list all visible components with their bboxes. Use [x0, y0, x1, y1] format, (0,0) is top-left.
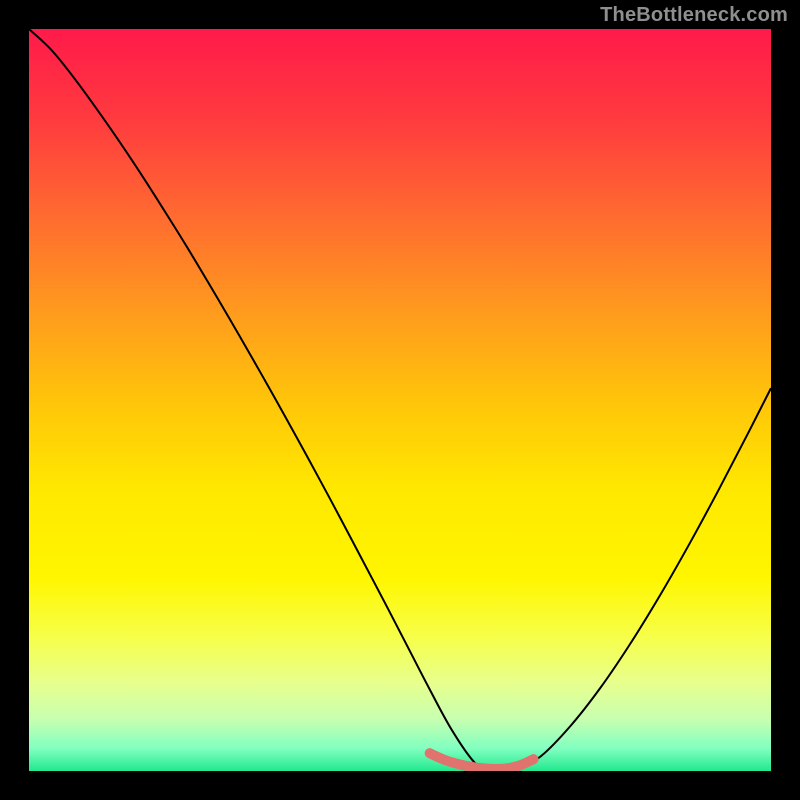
chart-plot: [29, 29, 771, 771]
chart-frame: TheBottleneck.com: [0, 0, 800, 800]
plot-background: [29, 29, 771, 771]
watermark-text: TheBottleneck.com: [600, 4, 788, 27]
